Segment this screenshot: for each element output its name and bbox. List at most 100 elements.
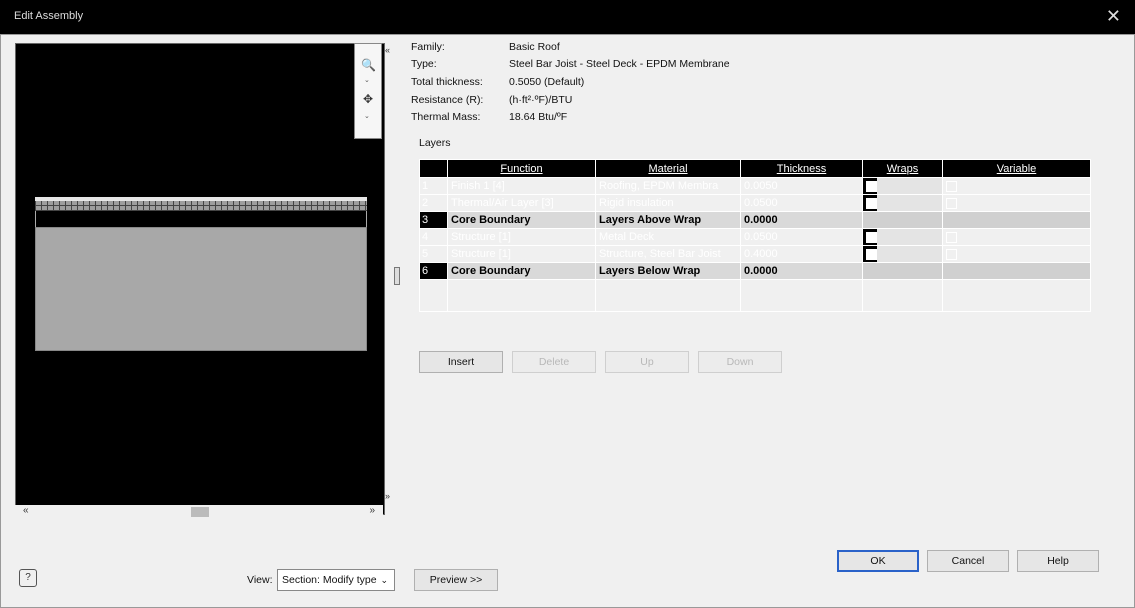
material-cell[interactable]: Rigid insulation xyxy=(595,194,741,212)
table-row[interactable]: 1 Finish 1 [4] Roofing, EPDM Membra 0.00… xyxy=(419,177,1091,195)
material-cell[interactable]: Layers Above Wrap xyxy=(595,211,741,229)
table-row-empty[interactable] xyxy=(419,279,1091,312)
table-row[interactable]: 6 Core Boundary Layers Below Wrap 0.0000 xyxy=(419,262,1091,280)
property-key: Type: xyxy=(411,58,437,70)
thickness-cell[interactable] xyxy=(740,279,863,312)
resize-icon[interactable]: » xyxy=(385,491,390,501)
help-button[interactable]: Help xyxy=(1017,550,1099,572)
wraps-cell[interactable] xyxy=(862,245,943,263)
column-header[interactable]: Function xyxy=(447,159,596,178)
preview-horizontal-scrollbar[interactable]: « » xyxy=(15,505,383,519)
function-cell[interactable]: Core Boundary xyxy=(447,211,596,229)
wraps-checkbox[interactable] xyxy=(866,180,877,192)
scroll-thumb[interactable] xyxy=(191,507,209,517)
wraps-cell[interactable] xyxy=(862,177,943,195)
insulation-layer xyxy=(35,201,367,211)
thickness-cell[interactable]: 0.4000 xyxy=(740,245,863,263)
collapse-icon[interactable]: « xyxy=(385,45,390,55)
function-cell[interactable]: Finish 1 [4] xyxy=(447,177,596,195)
property-value: (h·ft²·ºF)/BTU xyxy=(509,94,573,106)
column-header[interactable]: Material xyxy=(595,159,741,178)
title-bar: Edit Assembly ✕ xyxy=(0,0,1135,34)
up-button[interactable]: Up xyxy=(605,351,689,373)
wraps-checkbox[interactable] xyxy=(866,197,877,209)
cancel-button[interactable]: Cancel xyxy=(927,550,1009,572)
row-number[interactable]: 2 xyxy=(419,194,448,212)
property-value: Steel Bar Joist - Steel Deck - EPDM Memb… xyxy=(509,58,730,70)
table-row[interactable]: 2 Thermal/Air Layer [3] Rigid insulation… xyxy=(419,194,1091,212)
variable-cell[interactable] xyxy=(942,177,1091,195)
variable-cell[interactable] xyxy=(942,279,1091,312)
view-select[interactable]: Section: Modify type ⌄ xyxy=(277,569,395,591)
function-cell[interactable]: Structure [1] xyxy=(447,228,596,246)
row-number[interactable]: 5 xyxy=(419,245,448,263)
ok-button[interactable]: OK xyxy=(837,550,919,572)
preview-button[interactable]: Preview >> xyxy=(414,569,498,591)
variable-cell[interactable] xyxy=(942,245,1091,263)
down-button[interactable]: Down xyxy=(698,351,782,373)
column-header[interactable]: Variable xyxy=(942,159,1091,178)
row-number[interactable] xyxy=(419,279,448,312)
view-select-value: Section: Modify type xyxy=(282,574,377,586)
corner-header xyxy=(419,159,448,178)
view-label: View: xyxy=(247,574,273,586)
help-icon[interactable]: ? xyxy=(19,569,37,587)
variable-cell xyxy=(942,211,1091,229)
variable-cell[interactable] xyxy=(942,228,1091,246)
material-cell[interactable]: Roofing, EPDM Membra xyxy=(595,177,741,195)
thickness-cell[interactable]: 0.0000 xyxy=(740,211,863,229)
wraps-cell[interactable] xyxy=(862,194,943,212)
pan-icon[interactable]: ✥ xyxy=(361,92,375,106)
zoom-small-icon[interactable]: ⌄ xyxy=(364,76,370,84)
thickness-cell[interactable]: 0.0000 xyxy=(740,262,863,280)
insert-button[interactable]: Insert xyxy=(419,351,503,373)
table-row[interactable]: 5 Structure [1] Structure, Steel Bar Joi… xyxy=(419,245,1091,263)
thickness-cell[interactable]: 0.0500 xyxy=(740,194,863,212)
function-cell[interactable]: Thermal/Air Layer [3] xyxy=(447,194,596,212)
wraps-checkbox[interactable] xyxy=(866,248,877,260)
row-number[interactable]: 3 xyxy=(419,211,448,229)
thickness-cell[interactable]: 0.0500 xyxy=(740,228,863,246)
table-row[interactable]: 3 Core Boundary Layers Above Wrap 0.0000 xyxy=(419,211,1091,229)
air-gap-layer xyxy=(35,211,367,227)
wraps-cell[interactable] xyxy=(862,279,943,312)
wraps-cell xyxy=(862,262,943,280)
material-cell[interactable]: Layers Below Wrap xyxy=(595,262,741,280)
property-key: Family: xyxy=(411,41,445,53)
wraps-checkbox[interactable] xyxy=(866,231,877,243)
property-key: Resistance (R): xyxy=(411,94,484,106)
zoom-icon[interactable]: 🔍 xyxy=(361,58,376,72)
material-cell[interactable]: Metal Deck xyxy=(595,228,741,246)
preview-toolbar: 🔍 ⌄ ✥ ⌄ xyxy=(354,43,382,139)
property-key: Total thickness: xyxy=(411,76,483,88)
material-cell[interactable]: Structure, Steel Bar Joist xyxy=(595,245,741,263)
layers-table: Function Material Thickness Wraps Variab… xyxy=(419,159,1091,312)
pan-small-icon[interactable]: ⌄ xyxy=(364,112,370,120)
function-cell[interactable] xyxy=(447,279,596,312)
column-header[interactable]: Wraps xyxy=(862,159,943,178)
pane-splitter-handle[interactable] xyxy=(394,267,400,285)
variable-checkbox[interactable] xyxy=(946,248,957,260)
function-cell[interactable]: Core Boundary xyxy=(447,262,596,280)
column-header[interactable]: Thickness xyxy=(740,159,863,178)
scroll-right-icon[interactable]: » xyxy=(369,505,375,516)
wraps-cell[interactable] xyxy=(862,228,943,246)
row-number[interactable]: 1 xyxy=(419,177,448,195)
row-number[interactable]: 6 xyxy=(419,262,448,280)
variable-checkbox[interactable] xyxy=(946,197,957,209)
table-row[interactable]: 4 Structure [1] Metal Deck 0.0500 xyxy=(419,228,1091,246)
variable-checkbox[interactable] xyxy=(946,180,957,192)
delete-button[interactable]: Delete xyxy=(512,351,596,373)
roof-section-graphic xyxy=(35,197,367,351)
thickness-cell[interactable]: 0.0050 xyxy=(740,177,863,195)
row-number[interactable]: 4 xyxy=(419,228,448,246)
close-icon[interactable]: ✕ xyxy=(1106,6,1121,27)
function-cell[interactable]: Structure [1] xyxy=(447,245,596,263)
variable-cell[interactable] xyxy=(942,194,1091,212)
variable-cell xyxy=(942,262,1091,280)
variable-checkbox[interactable] xyxy=(946,231,957,243)
property-value: Basic Roof xyxy=(509,41,560,53)
scroll-left-icon[interactable]: « xyxy=(23,505,29,516)
window-title: Edit Assembly xyxy=(14,10,84,22)
material-cell[interactable] xyxy=(595,279,741,312)
